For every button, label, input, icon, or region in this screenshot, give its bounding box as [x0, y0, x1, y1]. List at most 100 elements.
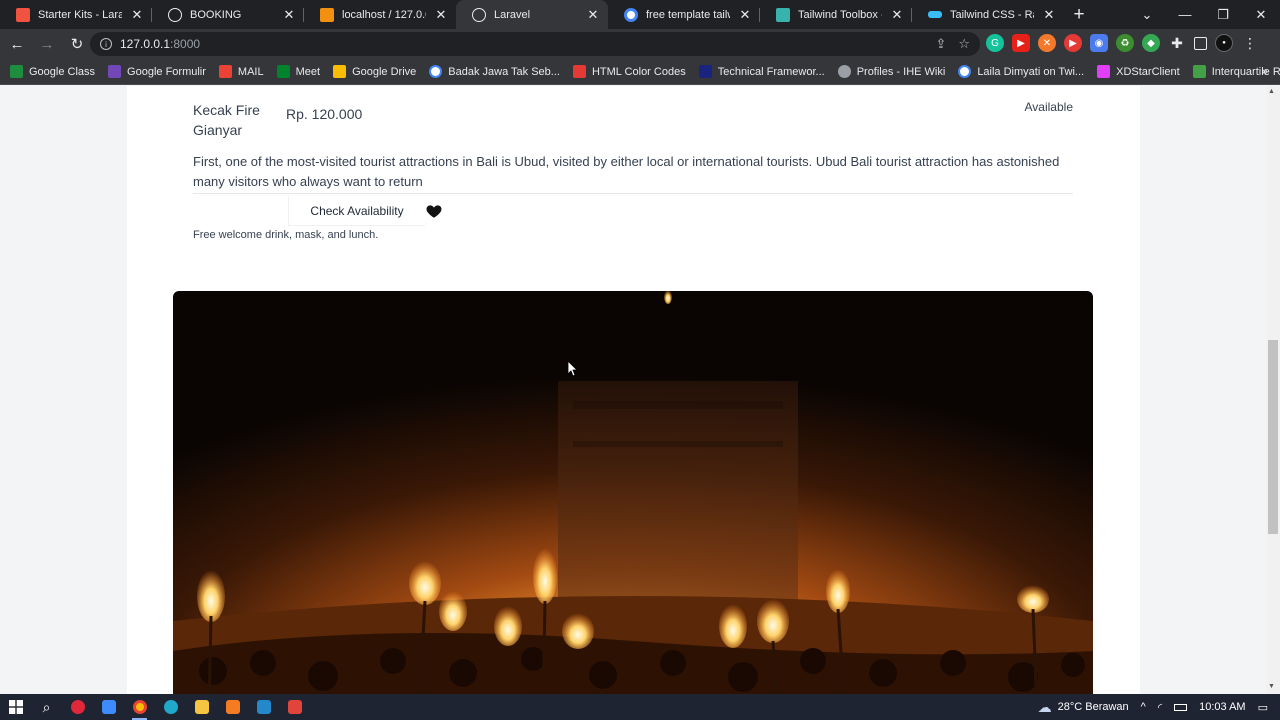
notification-icon[interactable]: ▭ [1258, 701, 1268, 714]
close-icon[interactable]: ✕ [586, 7, 600, 23]
cloud-icon: ☁ [1037, 698, 1052, 715]
close-icon[interactable]: ✕ [434, 7, 448, 23]
scroll-up-arrow-icon[interactable]: ▲ [1268, 88, 1275, 95]
menu-kebab-icon[interactable]: ⋮ [1241, 34, 1259, 52]
profile-avatar[interactable]: ● [1215, 34, 1233, 52]
search-icon[interactable]: ⌕ [31, 694, 62, 720]
bookmark-item[interactable]: Laila Dimyati on Twi... [958, 65, 1084, 78]
extension-shield-icon[interactable]: ◆ [1142, 34, 1160, 52]
tab-title: BOOKING [190, 8, 242, 21]
tour-price: Rp. 120.000 [286, 106, 363, 122]
address-bar[interactable]: i 127.0.0.1:8000 ⇪ ☆ [90, 32, 980, 56]
bookmark-label: HTML Color Codes [591, 65, 686, 78]
clock-time[interactable]: 10:03 AM [1199, 701, 1245, 713]
globe-icon [472, 7, 486, 22]
tab-strip: Starter Kits - Laravel - ✕ BOOKING ✕ loc… [0, 0, 1280, 29]
grammarly-icon[interactable]: G [986, 34, 1004, 52]
bookmark-item[interactable]: XDStarClient [1097, 65, 1180, 78]
video-icon[interactable]: ▶ [1064, 34, 1082, 52]
close-icon[interactable]: ✕ [130, 7, 144, 23]
youtube-icon[interactable]: ▶ [1012, 34, 1030, 52]
minimize-icon[interactable]: — [1166, 0, 1204, 29]
tab-tailwind-css[interactable]: Tailwind CSS - Rapidly ✕ [912, 0, 1064, 29]
bookmark-item[interactable]: Profiles - IHE Wiki [837, 65, 945, 78]
bookmark-label: Laila Dimyati on Twi... [977, 65, 1085, 78]
windows-start-icon[interactable] [0, 694, 31, 720]
bookmark-item[interactable]: Google Formulir [108, 65, 206, 78]
sidepanel-icon[interactable] [1194, 36, 1207, 50]
tailwind-icon [928, 11, 942, 18]
site-info-icon[interactable]: i [100, 38, 112, 50]
bookmark-item[interactable]: Google Class [10, 65, 95, 78]
vscode-icon[interactable] [248, 694, 279, 720]
bookmark-label: Interquartile Range... [1211, 65, 1280, 78]
reload-icon[interactable]: ↻ [64, 31, 90, 57]
todo-icon[interactable] [93, 694, 124, 720]
tab-booking[interactable]: BOOKING ✕ [152, 0, 304, 29]
bookmark-icon [1192, 65, 1206, 78]
scrollbar-thumb[interactable] [1268, 340, 1278, 534]
tab-free-template[interactable]: free template tailwind ✕ [608, 0, 760, 29]
tab-title: localhost / 127.0.0.1 / [342, 8, 426, 21]
bookmark-icon [10, 65, 23, 78]
puzzle-icon[interactable]: ✚ [1168, 34, 1186, 52]
google-icon [429, 65, 443, 78]
bookmark-item[interactable]: Meet [276, 65, 321, 78]
tour-name: Kecak Fire Gianyar [193, 102, 260, 138]
extension-orange-icon[interactable]: ✕ [1038, 34, 1056, 52]
bookmark-star-icon[interactable]: ☆ [958, 36, 970, 52]
tab-title: Laravel [494, 8, 531, 21]
restore-icon[interactable]: ❐ [1204, 0, 1242, 29]
app-red-icon[interactable] [279, 694, 310, 720]
close-window-icon[interactable]: ✕ [1242, 0, 1280, 29]
kecak-dance-photo [173, 291, 1093, 694]
heart-icon[interactable] [425, 202, 443, 220]
bookmark-item[interactable]: Badak Jawa Tak Seb... [429, 65, 560, 78]
close-icon[interactable]: ✕ [738, 7, 752, 23]
edge-icon[interactable] [155, 694, 186, 720]
bookmark-item[interactable]: MAIL [218, 65, 264, 78]
back-icon[interactable]: ← [4, 31, 30, 57]
phpmyadmin-icon [320, 7, 334, 22]
bookmark-item[interactable]: Technical Framewor... [698, 65, 825, 78]
close-icon[interactable]: ✕ [1042, 7, 1056, 23]
bookmark-item[interactable]: Google Drive [333, 65, 416, 78]
bookmarks-overflow-icon[interactable]: » [1261, 64, 1268, 78]
bookmark-label: Meet [295, 65, 321, 78]
laravel-icon [16, 7, 30, 22]
bookmark-label: MAIL [237, 65, 264, 78]
bookmark-item[interactable]: HTML Color Codes [572, 65, 686, 78]
status-badge: Available [1024, 100, 1073, 114]
chrome-icon[interactable] [124, 694, 155, 720]
scroll-down-arrow-icon[interactable]: ▼ [1268, 683, 1275, 690]
browser-toolbar: ← → ↻ i 127.0.0.1:8000 ⇪ ☆ G ▶ ✕ ▶ ◉ ♻ ◆… [0, 29, 1280, 59]
gmail-icon [218, 65, 232, 78]
bookmarks-bar: Google Class Google Formulir MAIL Meet G… [0, 59, 1280, 85]
xampp-icon[interactable] [217, 694, 248, 720]
share-icon[interactable]: ⇪ [935, 36, 946, 52]
tab-phpmyadmin[interactable]: localhost / 127.0.0.1 / ✕ [304, 0, 456, 29]
check-availability-button[interactable]: Check Availability [288, 196, 425, 226]
wifi-icon[interactable]: ◜ [1158, 701, 1162, 714]
mouse-cursor-icon [568, 361, 578, 377]
weather-widget[interactable]: ☁ 28°C Berawan [1038, 699, 1129, 716]
file-explorer-icon[interactable] [186, 694, 217, 720]
tab-laravel[interactable]: Laravel ✕ [456, 0, 608, 29]
opera-icon[interactable] [62, 694, 93, 720]
google-icon [624, 7, 638, 22]
globe-icon [168, 7, 182, 22]
extension-green-icon[interactable]: ♻ [1116, 34, 1134, 52]
tray-chevron-icon[interactable]: ^ [1141, 701, 1146, 713]
battery-icon[interactable] [1174, 703, 1188, 711]
close-icon[interactable]: ✕ [282, 7, 296, 23]
forward-icon[interactable]: → [34, 31, 60, 57]
bookmark-label: Badak Jawa Tak Seb... [448, 65, 560, 78]
close-icon[interactable]: ✕ [890, 7, 904, 23]
screenshot-icon[interactable]: ◉ [1090, 34, 1108, 52]
tab-tailwind-toolbox[interactable]: Tailwind Toolbox - Fre ✕ [760, 0, 912, 29]
new-tab-button[interactable]: + [1064, 0, 1094, 29]
extensions-area: G ▶ ✕ ▶ ◉ ♻ ◆ ✚ ● ⋮ [986, 34, 1259, 52]
tab-search-icon[interactable]: ⌄ [1128, 0, 1166, 29]
tab-starter-kits[interactable]: Starter Kits - Laravel - ✕ [0, 0, 152, 29]
meet-icon [276, 65, 290, 78]
